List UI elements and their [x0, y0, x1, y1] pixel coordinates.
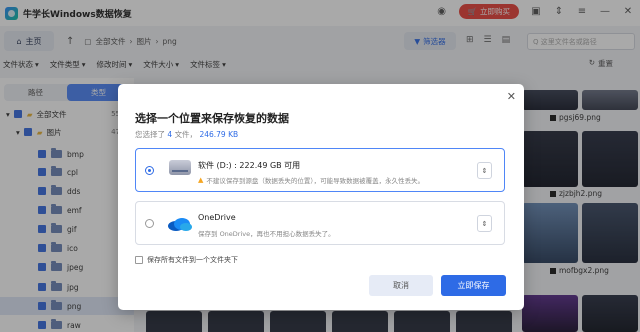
onedrive-cloud-icon	[168, 218, 192, 231]
checkbox[interactable]	[135, 256, 143, 264]
location-name: 软件 (D:) : 222.49 GB 可用	[198, 161, 301, 170]
location-description: 保存到 OneDrive，再也不用担心数据丢失了。	[198, 230, 335, 238]
selection-summary: 您选择了 4 文件， 246.79 KB	[135, 130, 239, 139]
keep-in-one-folder-option[interactable]: 保存所有文件到一个文件夹下	[135, 255, 238, 265]
selected-size: 246.79 KB	[199, 130, 239, 139]
radio-button[interactable]	[145, 219, 154, 228]
location-stepper[interactable]: ⇕	[477, 162, 492, 179]
location-name: OneDrive	[198, 213, 236, 222]
save-now-button[interactable]: 立即保存	[441, 275, 506, 296]
save-location-dialog: ✕ 选择一个位置来保存恢复的数据 您选择了 4 文件， 246.79 KB 软件…	[118, 84, 524, 310]
warning-icon: ▲	[198, 176, 204, 184]
location-warning: ▲ 不建议保存到源盘（数据丢失的位置），可能导致数据被覆盖，永久性丢失。	[198, 176, 425, 185]
location-option-drive-d[interactable]: 软件 (D:) : 222.49 GB 可用 ▲ 不建议保存到源盘（数据丢失的位…	[135, 148, 505, 192]
close-icon[interactable]: ✕	[507, 90, 516, 103]
selected-count: 4	[167, 130, 173, 139]
cancel-button[interactable]: 取消	[369, 275, 433, 296]
dialog-title: 选择一个位置来保存恢复的数据	[135, 112, 289, 125]
location-stepper[interactable]: ⇕	[477, 215, 492, 232]
location-option-onedrive[interactable]: OneDrive 保存到 OneDrive，再也不用担心数据丢失了。 ⇕	[135, 201, 505, 245]
radio-button[interactable]	[145, 166, 154, 175]
hard-drive-icon	[169, 160, 191, 175]
